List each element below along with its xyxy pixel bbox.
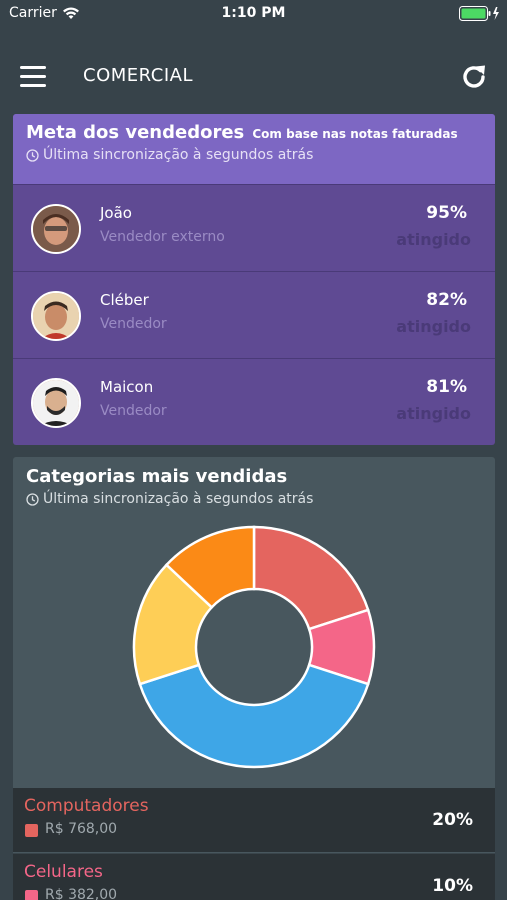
seller-name: Cléber: [100, 291, 149, 309]
seller-role: Vendedor: [100, 316, 167, 332]
hamburger-menu-icon[interactable]: [20, 66, 46, 88]
sales-card-title: Meta dos vendedores: [26, 122, 245, 143]
category-swatch: [25, 890, 38, 900]
category-name: Computadores: [24, 796, 149, 816]
category-value: R$ 768,00: [45, 821, 118, 837]
avatar: [31, 291, 81, 341]
sales-card-header: Meta dos vendedores Com base nas notas f…: [13, 114, 495, 184]
categories-sync-text: Última sincronização à segundos atrás: [43, 491, 314, 507]
seller-role: Vendedor: [100, 403, 167, 419]
seller-percent: 81%: [426, 377, 467, 397]
donut-slice-0: [252, 525, 370, 631]
avatar: [31, 204, 81, 254]
category-percent: 20%: [432, 810, 473, 830]
seller-name: Maicon: [100, 378, 154, 396]
categories-card-header: Categorias mais vendidas Última sincroni…: [13, 457, 495, 516]
battery-icon: [459, 6, 499, 21]
category-row-computadores[interactable]: Computadores R$ 768,00 20%: [13, 788, 495, 852]
category-name: Celulares: [24, 862, 103, 882]
seller-percent: 82%: [426, 290, 467, 310]
seller-row-cleber[interactable]: Cléber Vendedor 82% atingido: [13, 271, 495, 358]
avatar: [31, 378, 81, 428]
clock: 1:10 PM: [221, 5, 286, 21]
clock-icon: [26, 492, 39, 506]
category-value: R$ 382,00: [45, 887, 118, 900]
category-row-celulares[interactable]: Celulares R$ 382,00 10%: [13, 853, 495, 900]
sales-goal-card: Meta dos vendedores Com base nas notas f…: [13, 114, 495, 445]
seller-name: João: [100, 204, 132, 222]
seller-status: atingido: [396, 230, 471, 249]
category-donut-chart: [132, 525, 376, 769]
category-percent: 10%: [432, 876, 473, 896]
categories-card-title: Categorias mais vendidas: [26, 466, 288, 487]
seller-row-maicon[interactable]: Maicon Vendedor 81% atingido: [13, 358, 495, 445]
seller-role: Vendedor externo: [100, 229, 225, 245]
status-bar: Carrier 1:10 PM: [0, 0, 507, 28]
clock-icon: [26, 148, 39, 162]
seller-status: atingido: [396, 317, 471, 336]
seller-percent: 95%: [426, 203, 467, 223]
seller-status: atingido: [396, 404, 471, 423]
seller-row-joao[interactable]: João Vendedor externo 95% atingido: [13, 184, 495, 271]
page-title: COMERCIAL: [83, 65, 193, 86]
nav-bar: COMERCIAL: [0, 50, 507, 102]
category-swatch: [25, 824, 38, 837]
categories-card: Categorias mais vendidas Última sincroni…: [13, 457, 495, 900]
sales-sync-text: Última sincronização à segundos atrás: [43, 147, 314, 163]
donut-slice-2: [138, 663, 370, 769]
refresh-icon[interactable]: [459, 62, 489, 92]
sales-card-subtitle: Com base nas notas faturadas: [252, 127, 458, 141]
